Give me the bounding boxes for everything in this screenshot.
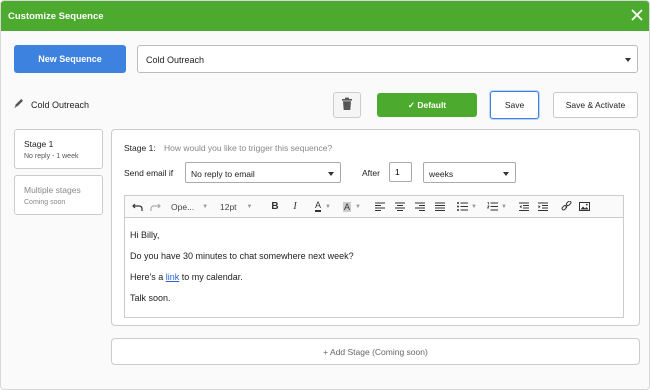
add-stage-button[interactable]: + Add Stage (Coming soon) [111, 338, 640, 365]
pencil-icon[interactable] [13, 97, 25, 109]
send-email-if-label: Send email if [124, 168, 174, 178]
align-left-icon[interactable] [373, 196, 387, 217]
chevron-down-icon: ▼ [355, 203, 361, 210]
email-line: Do you have 30 minutes to chat somewhere… [130, 251, 354, 261]
sequence-select[interactable]: Cold Outreach [137, 45, 638, 73]
save-activate-button[interactable]: Save & Activate [553, 92, 638, 118]
dialog-titlebar: Customize Sequence [1, 1, 649, 31]
align-center-icon[interactable] [393, 196, 407, 217]
trigger-question: How would you like to trigger this seque… [164, 143, 333, 153]
font-family-select[interactable]: Ope... ▼ [171, 196, 213, 217]
stage-item-multiple[interactable]: Multiple stages Coming soon [14, 175, 103, 215]
condition-select-value: No reply to email [191, 169, 255, 179]
link-icon[interactable] [559, 196, 573, 217]
chevron-down-icon: ▼ [501, 203, 507, 210]
chevron-down-icon [328, 172, 334, 176]
dialog-title: Customize Sequence [8, 11, 104, 22]
email-text: Here's a [130, 272, 166, 282]
align-justify-icon[interactable] [433, 196, 447, 217]
stage-subtitle: Coming soon [24, 199, 66, 206]
editor-toolbar: Ope... ▼ 12pt ▼ B I A ▼ A ▼ ▼ ▼ [124, 195, 624, 218]
image-icon[interactable] [577, 196, 591, 217]
numbered-list-icon[interactable]: ▼ [485, 196, 509, 217]
sequence-select-value: Cold Outreach [146, 55, 205, 65]
highlight-color-button[interactable]: A ▼ [339, 196, 365, 217]
after-label: After [362, 168, 380, 178]
stage-title: Stage 1 [24, 139, 54, 149]
new-sequence-button[interactable]: New Sequence [14, 45, 126, 73]
stage-item-1[interactable]: Stage 1 No reply - 1 week [14, 129, 103, 169]
align-right-icon[interactable] [413, 196, 427, 217]
chevron-down-icon: ▼ [202, 203, 209, 210]
text-color-label: A [315, 200, 322, 212]
indent-icon[interactable] [536, 196, 550, 217]
font-size-value: 12pt [220, 201, 237, 212]
customize-sequence-dialog: Customize Sequence New Sequence Cold Out… [0, 0, 650, 390]
highlight-label: A [343, 201, 352, 212]
chevron-down-icon: ▼ [246, 203, 253, 210]
redo-icon[interactable] [147, 196, 163, 217]
trash-icon [341, 97, 353, 113]
unit-select[interactable]: weeks [423, 162, 516, 183]
font-size-select[interactable]: 12pt ▼ [220, 196, 260, 217]
default-button[interactable]: ✓ Default [377, 93, 477, 117]
email-body-editor[interactable]: Hi Billy, Do you have 30 minutes to chat… [124, 218, 624, 318]
text-color-button[interactable]: A ▼ [311, 196, 335, 217]
condition-select[interactable]: No reply to email [185, 162, 341, 183]
email-line: Here's a link to my calendar. [130, 272, 243, 282]
undo-icon[interactable] [129, 196, 145, 217]
outdent-icon[interactable] [517, 196, 531, 217]
bullet-list-icon[interactable]: ▼ [455, 196, 479, 217]
chevron-down-icon [625, 58, 631, 62]
unit-select-value: weeks [429, 169, 454, 179]
bold-button[interactable]: B [268, 196, 282, 217]
sequence-name: Cold Outreach [31, 100, 90, 110]
save-button[interactable]: Save [490, 91, 539, 119]
stage-label: Stage 1: [124, 143, 156, 153]
chevron-down-icon: ▼ [471, 203, 477, 210]
chevron-down-icon: ▼ [325, 203, 331, 210]
stage-title: Multiple stages [24, 185, 81, 195]
font-family-value: Ope... [171, 201, 195, 212]
italic-button[interactable]: I [288, 196, 302, 217]
email-line: Hi Billy, [130, 230, 160, 240]
chevron-down-icon [503, 172, 509, 176]
calendar-link[interactable]: link [166, 272, 180, 282]
email-line: Talk soon. [130, 293, 171, 303]
email-text: to my calendar. [179, 272, 243, 282]
stage-subtitle: No reply - 1 week [24, 153, 79, 160]
after-number-input[interactable] [389, 162, 412, 182]
close-icon[interactable] [629, 7, 645, 23]
delete-button[interactable] [333, 92, 361, 118]
